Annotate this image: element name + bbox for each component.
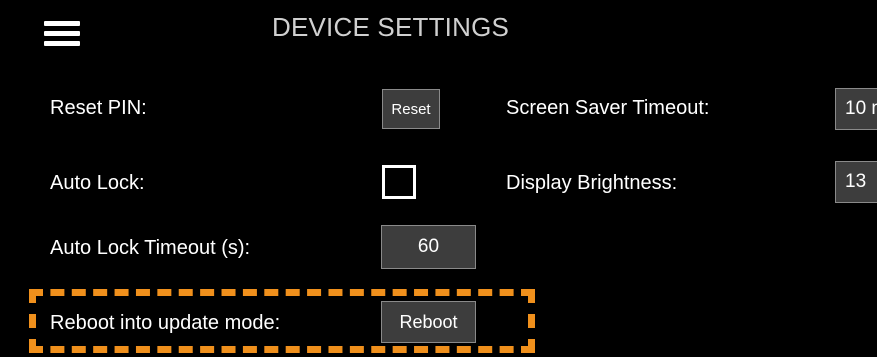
reboot-update-mode-label: Reboot into update mode:: [50, 312, 281, 334]
auto-lock-timeout-label: Auto Lock Timeout (s):: [50, 237, 251, 259]
screen-saver-timeout-select[interactable]: 10 m: [835, 88, 877, 130]
reset-pin-button[interactable]: Reset: [382, 89, 440, 129]
screen-saver-timeout-label: Screen Saver Timeout:: [506, 97, 710, 119]
reset-pin-label: Reset PIN:: [50, 97, 147, 119]
auto-lock-checkbox[interactable]: [382, 165, 416, 199]
display-brightness-label: Display Brightness:: [506, 172, 678, 194]
display-brightness-input[interactable]: 13: [835, 161, 877, 203]
auto-lock-timeout-input[interactable]: 60: [381, 225, 476, 269]
page-title: DEVICE SETTINGS: [272, 12, 510, 42]
reboot-button[interactable]: Reboot: [381, 301, 476, 343]
auto-lock-label: Auto Lock:: [50, 172, 145, 194]
hamburger-menu-icon[interactable]: [44, 21, 80, 47]
